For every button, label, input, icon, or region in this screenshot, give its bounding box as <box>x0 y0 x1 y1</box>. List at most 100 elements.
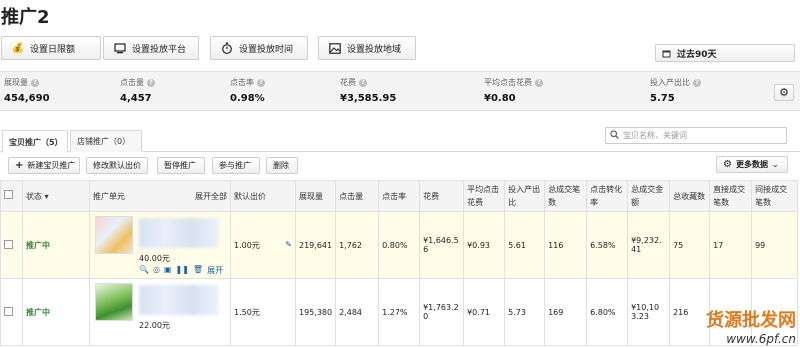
row-checkbox[interactable] <box>4 239 13 249</box>
row-checkbox[interactable] <box>4 306 13 316</box>
row-impressions: 219,641 <box>294 211 337 279</box>
header-indirect[interactable]: 间接成交笔数 <box>751 180 799 212</box>
product-thumbnail[interactable] <box>95 283 133 321</box>
row-select-cell <box>0 278 23 346</box>
pause-promotion-button[interactable]: 暂停推广 <box>157 157 205 174</box>
table-row: 推广中 40.00元 🔍 ◎ ▣ ❚❚ 🗑 展开 1.00元 ✎ 219,641… <box>0 211 799 279</box>
new-promotion-button[interactable]: + 新建宝贝推广 <box>8 157 80 174</box>
metrics-settings-button[interactable]: ⚙ <box>774 84 794 101</box>
row-bid: 1.00元 ✎ <box>230 211 296 279</box>
more-data-button[interactable]: ⚙ 更多数据 ⌄ <box>716 156 788 173</box>
row-roi: 5.73 <box>504 278 546 346</box>
edit-pencil-icon[interactable]: ✎ <box>285 240 292 249</box>
metric-ctr: 点击率? 0.98% <box>230 77 265 104</box>
header-deals[interactable]: 总成交笔数 <box>544 180 588 212</box>
header-conv[interactable]: 点击转化率 <box>586 180 629 212</box>
row-deals: 116 <box>544 211 588 279</box>
tab-shop-promotion[interactable]: 店铺推广（0） <box>70 130 142 152</box>
date-range-select[interactable]: 过去90天 <box>655 44 795 62</box>
row-cpc: ¥0.93 <box>463 211 506 279</box>
product-thumbnail[interactable] <box>95 216 133 254</box>
globe-icon[interactable]: ◎ <box>153 265 160 276</box>
set-time-button[interactable]: 设置投放时间 <box>210 36 308 60</box>
header-bid[interactable]: 默认出价 <box>230 180 296 212</box>
plus-icon: + <box>15 160 24 171</box>
set-platform-button[interactable]: 设置投放平台 <box>103 36 199 60</box>
header-amount[interactable]: 总成交金额 <box>627 180 671 212</box>
pause-icon[interactable]: ❚❚ <box>176 265 189 276</box>
header-clicks[interactable]: 点击量 <box>335 180 380 212</box>
row-amount: ¥10,103.23 <box>627 278 671 346</box>
header-cpc[interactable]: 平均点击花费 <box>463 180 506 212</box>
search-icon[interactable] <box>610 129 619 142</box>
row-unit: 22.00元 <box>89 278 231 346</box>
gear-icon: ⚙ <box>723 159 732 170</box>
watermark-cn: 货源批发网 <box>706 310 796 331</box>
metric-label: 点击率 <box>230 78 254 87</box>
header-unit: 推广单元 展开全部 <box>89 180 231 212</box>
help-icon[interactable]: ? <box>31 78 39 87</box>
search-icon[interactable]: 🔍 <box>139 265 149 276</box>
metric-label: 平均点击花费 <box>484 78 532 87</box>
product-price: 40.00元 <box>139 254 170 263</box>
set-daily-limit-button[interactable]: 💰 设置日限额 <box>1 36 101 60</box>
help-icon[interactable]: ? <box>257 78 265 87</box>
header-ctr[interactable]: 点击率 <box>378 180 421 212</box>
row-cost: ¥1,763.20 <box>419 278 465 346</box>
row-amount: ¥9,232.41 <box>627 211 671 279</box>
header-status-label: 状态 <box>26 191 42 201</box>
expand-all-link[interactable]: 展开全部 <box>195 190 227 203</box>
delete-button[interactable]: 删除 <box>266 157 298 174</box>
header-fav[interactable]: 总收藏数 <box>669 180 711 212</box>
edit-default-bid-button[interactable]: 修改默认出价 <box>86 157 148 174</box>
metric-label: 投入产出比 <box>650 78 690 87</box>
row-indirect: 99 <box>751 211 799 279</box>
search-input[interactable] <box>623 131 782 140</box>
product-price: 22.00元 <box>139 321 170 330</box>
metric-label: 花费 <box>340 78 356 87</box>
help-icon[interactable]: ? <box>147 78 155 87</box>
header-status[interactable]: 状态 ▾ <box>22 180 90 212</box>
select-all-checkbox[interactable] <box>4 189 13 199</box>
calendar-icon <box>662 49 671 58</box>
trash-icon[interactable]: 🗑 <box>193 265 203 276</box>
row-cost: ¥1,646.56 <box>419 211 465 279</box>
select-all-cell <box>0 180 23 212</box>
promotion-table: 状态 ▾ 推广单元 展开全部 默认出价 展现量 点击量 点击率 花费 平均点击花… <box>0 180 799 346</box>
table-row: 推广中 22.00元 1.50元 195,380 2,484 1.27% ¥1,… <box>0 278 799 346</box>
row-ctr: 0.80% <box>378 211 421 279</box>
image-icon[interactable]: ▣ <box>164 265 172 276</box>
page-title: 推广2 <box>1 7 50 28</box>
expand-link[interactable]: 展开 <box>207 265 223 276</box>
watermark: 货源批发网 www.6pf.cn <box>706 306 796 346</box>
metric-label: 展现量 <box>4 78 28 87</box>
metric-cpc: 平均点击花费? ¥0.80 <box>484 77 543 104</box>
metric-value: ¥3,585.95 <box>340 93 397 104</box>
search-box <box>605 127 787 144</box>
product-name-blurred[interactable] <box>139 285 219 315</box>
help-icon[interactable]: ? <box>693 78 701 87</box>
set-region-button[interactable]: 设置投放地域 <box>318 36 416 60</box>
chevron-down-icon: ⌄ <box>771 160 779 169</box>
join-promotion-button[interactable]: 参与推广 <box>212 157 260 174</box>
date-range-label: 过去90天 <box>677 49 717 60</box>
row-direct: 17 <box>709 211 753 279</box>
row-status: 推广中 <box>22 278 90 346</box>
new-promotion-label: 新建宝贝推广 <box>27 161 76 170</box>
help-icon[interactable]: ? <box>535 78 543 87</box>
row-impressions: 195,380 <box>294 278 337 346</box>
metric-value: 454,690 <box>4 93 50 104</box>
header-roi[interactable]: 投入产出比 <box>504 180 546 212</box>
row-fav: 216 <box>669 278 711 346</box>
product-name-blurred[interactable] <box>139 218 219 248</box>
help-icon[interactable]: ? <box>359 78 367 87</box>
row-bid-value: 1.00元 <box>234 240 260 250</box>
header-impressions[interactable]: 展现量 <box>294 180 337 212</box>
tab-item-promotion[interactable]: 宝贝推广（5） <box>2 130 68 153</box>
row-clicks: 2,484 <box>335 278 380 346</box>
unit-operations: 🔍 ◎ ▣ ❚❚ 🗑 展开 <box>139 265 223 276</box>
row-clicks: 1,762 <box>335 211 380 279</box>
table-header-row: 状态 ▾ 推广单元 展开全部 默认出价 展现量 点击量 点击率 花费 平均点击花… <box>0 180 799 212</box>
header-direct[interactable]: 直接成交笔数 <box>709 180 753 212</box>
header-cost[interactable]: 花费 <box>419 180 465 212</box>
